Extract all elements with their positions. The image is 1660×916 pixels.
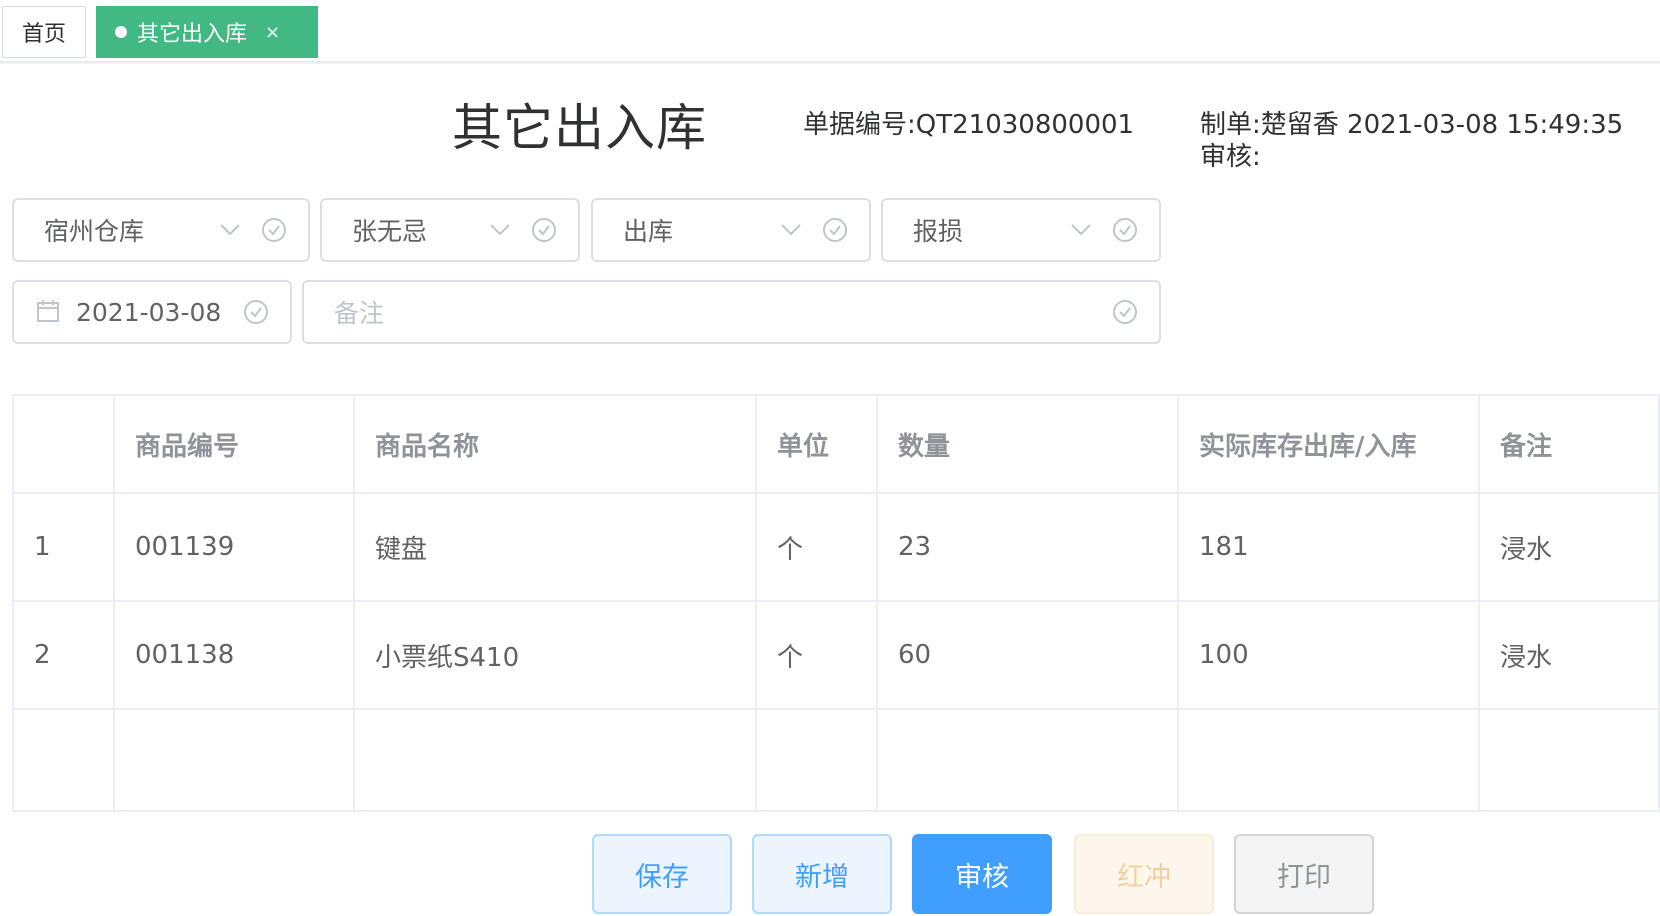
doc-number-label: 单据编号: [803, 110, 916, 140]
date-picker[interactable]: 2021-03-08 [12, 280, 292, 344]
col-remark: 备注 [1478, 394, 1660, 494]
maker-name: 楚留香 [1260, 110, 1339, 140]
red-reverse-button[interactable]: 红冲 [1074, 834, 1214, 914]
cell-actual-stock[interactable]: 100 [1177, 600, 1480, 710]
col-unit: 单位 [755, 394, 878, 494]
cell-quantity[interactable]: 60 [876, 600, 1179, 710]
maker-info: 制单:楚留香 2021-03-08 15:49:35 [1200, 104, 1623, 141]
calendar-icon [36, 299, 62, 325]
print-button[interactable]: 打印 [1234, 834, 1374, 914]
add-button[interactable]: 新增 [752, 834, 892, 914]
table-header-row: 商品编号 商品名称 单位 数量 实际库存出库/入库 备注 [12, 394, 1660, 494]
remark-placeholder: 备注 [334, 299, 385, 328]
handler-select[interactable]: 张无忌 [320, 198, 580, 262]
cell-unit[interactable]: 个 [755, 492, 878, 602]
reason-select[interactable]: 报损 [881, 198, 1161, 262]
items-table: 商品编号 商品名称 单位 数量 实际库存出库/入库 备注 1 001139 键盘… [12, 394, 1660, 812]
cell-product-name[interactable]: 键盘 [353, 492, 757, 602]
cell-empty[interactable] [1177, 708, 1480, 812]
remark-input[interactable]: 备注 [302, 280, 1161, 344]
check-circle-icon [821, 216, 849, 244]
cell-index: 1 [12, 492, 115, 602]
cell-empty[interactable] [353, 708, 757, 812]
col-product-code: 商品编号 [113, 394, 355, 494]
col-product-name: 商品名称 [353, 394, 757, 494]
cell-empty[interactable] [755, 708, 878, 812]
page-title: 其它出入库 [452, 99, 707, 157]
col-quantity: 数量 [876, 394, 1179, 494]
check-circle-icon [1111, 216, 1139, 244]
reason-value: 报损 [913, 217, 964, 246]
direction-value: 出库 [623, 217, 674, 246]
cell-index: 2 [12, 600, 115, 710]
cell-empty[interactable] [876, 708, 1179, 812]
chevron-down-icon [486, 216, 514, 244]
cell-product-code[interactable]: 001139 [113, 492, 355, 602]
col-actual-stock: 实际库存出库/入库 [1177, 394, 1480, 494]
save-button[interactable]: 保存 [592, 834, 732, 914]
direction-select[interactable]: 出库 [591, 198, 871, 262]
doc-number: 单据编号:QT21030800001 [803, 104, 1134, 141]
check-circle-icon [1111, 298, 1139, 326]
table-row[interactable]: 1 001139 键盘 个 23 181 浸水 [12, 492, 1660, 602]
handler-value: 张无忌 [352, 217, 428, 246]
cell-product-code[interactable]: 001138 [113, 600, 355, 710]
tab-home[interactable]: 首页 [2, 6, 86, 58]
tab-home-label: 首页 [21, 22, 66, 47]
auditor-label: 审核: [1200, 142, 1261, 172]
chevron-down-icon [216, 216, 244, 244]
check-circle-icon [260, 216, 288, 244]
audit-button[interactable]: 审核 [912, 834, 1052, 914]
check-circle-icon [242, 298, 270, 326]
tab-other-stock[interactable]: 其它出入库 × [96, 6, 318, 58]
cell-quantity[interactable]: 23 [876, 492, 1179, 602]
cell-empty[interactable] [1478, 708, 1660, 812]
chevron-down-icon [1067, 216, 1095, 244]
chevron-down-icon [777, 216, 805, 244]
cell-actual-stock[interactable]: 181 [1177, 492, 1480, 602]
cell-remark[interactable]: 浸水 [1478, 600, 1660, 710]
warehouse-select[interactable]: 宿州仓库 [12, 198, 310, 262]
cell-empty[interactable] [113, 708, 355, 812]
check-circle-icon [530, 216, 558, 244]
made-at: 2021-03-08 15:49:35 [1347, 110, 1624, 140]
table-row[interactable]: 2 001138 小票纸S410 个 60 100 浸水 [12, 600, 1660, 710]
cell-remark[interactable]: 浸水 [1478, 492, 1660, 602]
col-index [12, 394, 115, 494]
tab-active-label: 其它出入库 [137, 22, 248, 47]
cell-empty [12, 708, 115, 812]
table-row-empty[interactable] [12, 708, 1660, 812]
cell-unit[interactable]: 个 [755, 600, 878, 710]
close-icon[interactable]: × [265, 22, 280, 43]
active-dot-icon [115, 26, 127, 38]
auditor-info: 审核: [1200, 136, 1261, 173]
warehouse-value: 宿州仓库 [44, 217, 145, 246]
cell-product-name[interactable]: 小票纸S410 [353, 600, 757, 710]
date-value: 2021-03-08 [76, 297, 222, 327]
doc-number-value: QT21030800001 [915, 110, 1135, 140]
tab-bar: 首页 其它出入库 × [0, 0, 1660, 64]
